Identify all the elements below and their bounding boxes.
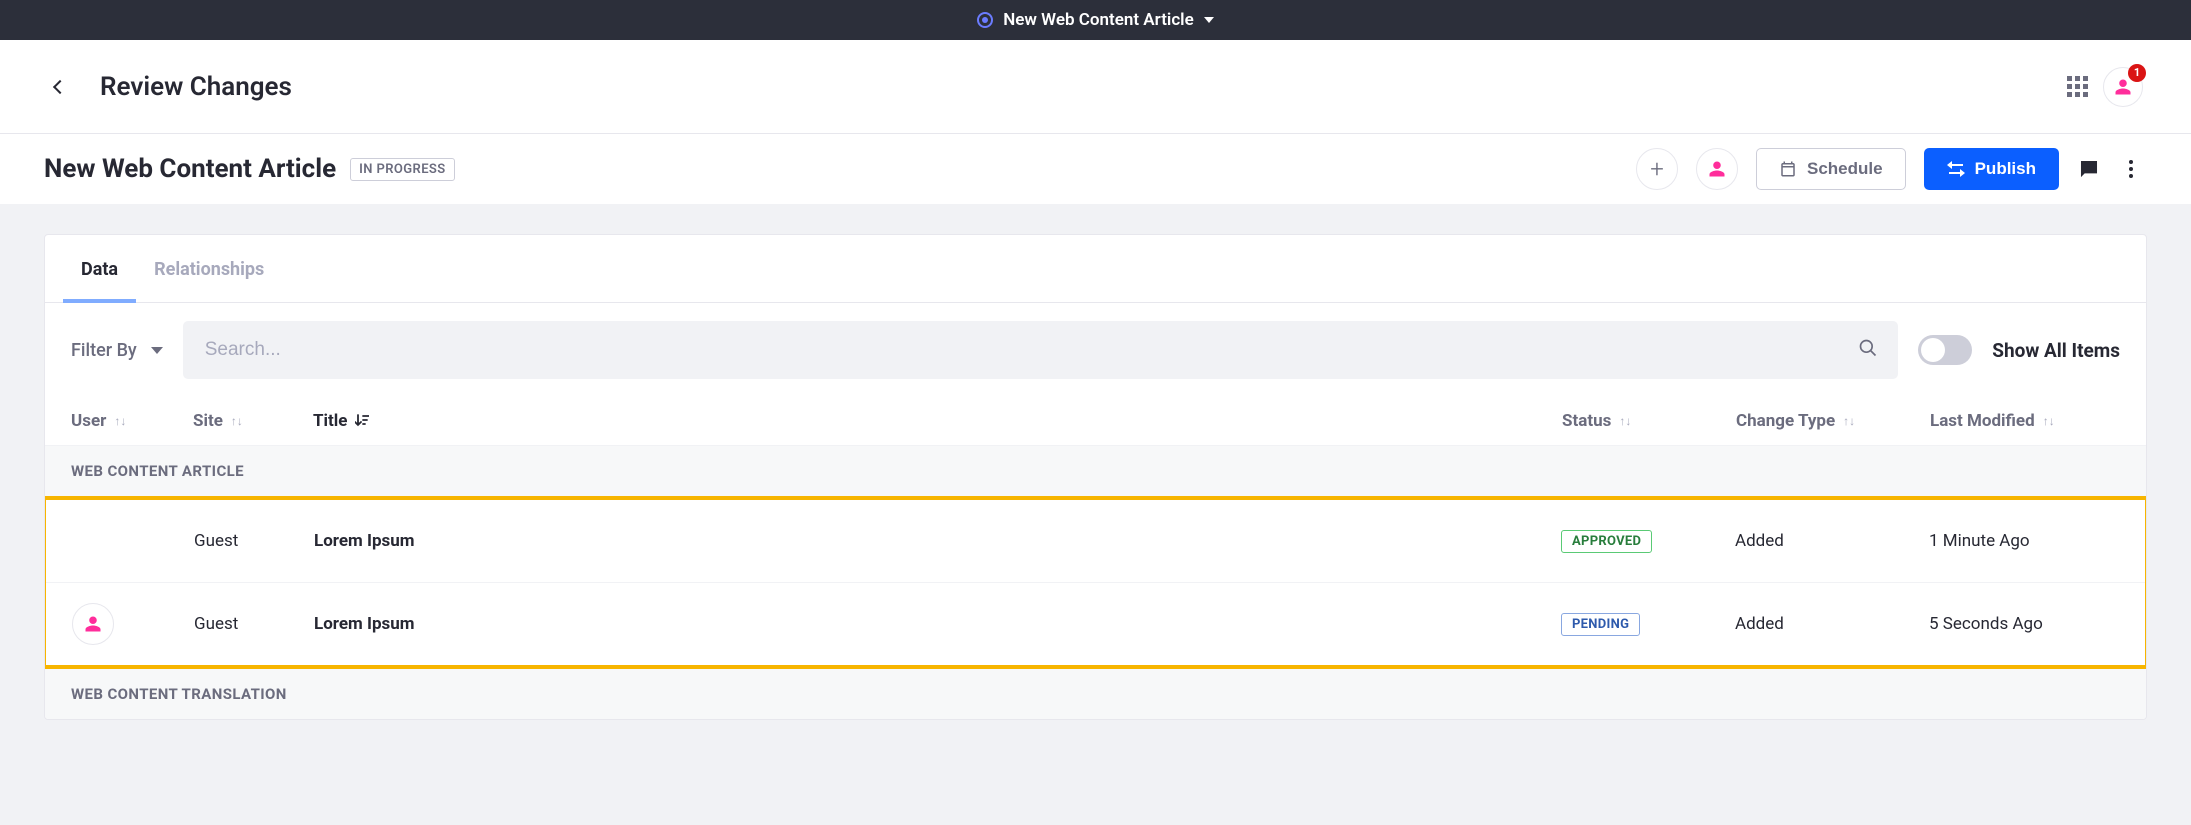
- show-all-toggle[interactable]: [1918, 335, 1972, 365]
- cell-last-modified: 5 Seconds Ago: [1929, 614, 2119, 634]
- cell-change-type: Added: [1735, 531, 1895, 551]
- column-header-site[interactable]: Site ↑↓: [193, 411, 279, 431]
- more-actions-button[interactable]: [2119, 157, 2143, 181]
- cell-status: APPROVED: [1561, 530, 1701, 553]
- highlighted-rows: Guest Lorem Ipsum APPROVED Added 1 Minut…: [44, 496, 2147, 669]
- top-bar: New Web Content Article: [0, 0, 2191, 40]
- toolbar: Filter By Show All Items: [45, 303, 2146, 397]
- sort-icon: ↑↓: [2043, 418, 2055, 425]
- back-button[interactable]: [48, 75, 72, 99]
- cell-user: [72, 603, 160, 645]
- avatar: [72, 603, 114, 645]
- show-all-label: Show All Items: [1992, 339, 2120, 362]
- filter-by-label: Filter By: [71, 340, 137, 361]
- cell-last-modified: 1 Minute Ago: [1929, 531, 2119, 551]
- search-icon[interactable]: [1858, 338, 1878, 362]
- comments-button[interactable]: [2077, 157, 2101, 181]
- status-badge: PENDING: [1561, 613, 1640, 636]
- column-header-status[interactable]: Status ↑↓: [1562, 411, 1702, 431]
- data-panel: Data Relationships Filter By Show All It…: [44, 234, 2147, 720]
- main-content: Data Relationships Filter By Show All It…: [0, 204, 2191, 720]
- search-field-wrapper: [183, 321, 1899, 379]
- sort-icon: ↑↓: [231, 418, 243, 425]
- column-header-user[interactable]: User ↑↓: [71, 411, 159, 431]
- calendar-icon: [1779, 160, 1797, 178]
- cell-title: Lorem Ipsum: [314, 531, 1527, 551]
- group-header: WEB CONTENT TRANSLATION: [45, 669, 2146, 719]
- user-filter-button[interactable]: [1696, 148, 1738, 190]
- sort-icon: ↑↓: [1619, 418, 1631, 425]
- user-icon: [2114, 78, 2132, 96]
- status-chip: IN PROGRESS: [350, 158, 454, 181]
- cell-status: PENDING: [1561, 613, 1701, 636]
- publish-button[interactable]: Publish: [1924, 148, 2059, 190]
- page-header: Review Changes 1: [0, 40, 2191, 134]
- article-title: New Web Content Article: [44, 154, 336, 184]
- cell-user: [72, 520, 160, 562]
- column-header-last-modified[interactable]: Last Modified ↑↓: [1930, 411, 2120, 431]
- user-icon: [84, 615, 102, 633]
- tab-data[interactable]: Data: [63, 235, 136, 302]
- column-header-title[interactable]: Title: [313, 411, 1528, 431]
- column-header-change-type[interactable]: Change Type ↑↓: [1736, 411, 1896, 431]
- group-header: WEB CONTENT ARTICLE: [45, 446, 2146, 496]
- cell-change-type: Added: [1735, 614, 1895, 634]
- table-row[interactable]: Guest Lorem Ipsum PENDING Added 5 Second…: [46, 582, 2145, 665]
- table-row[interactable]: Guest Lorem Ipsum APPROVED Added 1 Minut…: [46, 500, 2145, 582]
- schedule-button[interactable]: Schedule: [1756, 148, 1906, 190]
- sort-icon: ↑↓: [1843, 418, 1855, 425]
- caret-down-icon: [151, 347, 163, 354]
- chevron-left-icon: [53, 79, 67, 93]
- add-button[interactable]: +: [1636, 148, 1678, 190]
- table-header-row: User ↑↓ Site ↑↓ Title Status ↑↓ Change T…: [45, 397, 2146, 446]
- schedule-label: Schedule: [1807, 159, 1883, 179]
- status-badge: APPROVED: [1561, 530, 1652, 553]
- topbar-title[interactable]: New Web Content Article: [1003, 10, 1194, 30]
- filter-by-dropdown[interactable]: Filter By: [71, 340, 163, 361]
- page-title: Review Changes: [100, 72, 292, 102]
- tab-relationships[interactable]: Relationships: [136, 235, 282, 302]
- publish-label: Publish: [1975, 159, 2036, 179]
- cell-site: Guest: [194, 614, 280, 634]
- sort-descending-icon: [355, 414, 369, 428]
- user-icon: [1708, 160, 1726, 178]
- kebab-icon: [2129, 160, 2133, 178]
- caret-down-icon[interactable]: [1204, 17, 1214, 23]
- apps-menu-button[interactable]: [2067, 76, 2089, 98]
- notification-badge: 1: [2128, 64, 2146, 82]
- target-icon: [977, 12, 993, 28]
- sub-header: New Web Content Article IN PROGRESS + Sc…: [0, 134, 2191, 204]
- swap-icon: [1947, 161, 1965, 177]
- cell-site: Guest: [194, 531, 280, 551]
- search-input[interactable]: [183, 321, 1899, 379]
- user-menu-button[interactable]: 1: [2103, 67, 2143, 107]
- sort-icon: ↑↓: [114, 418, 126, 425]
- tab-bar: Data Relationships: [45, 235, 2146, 303]
- cell-title: Lorem Ipsum: [314, 614, 1527, 634]
- plus-icon: +: [1650, 157, 1664, 181]
